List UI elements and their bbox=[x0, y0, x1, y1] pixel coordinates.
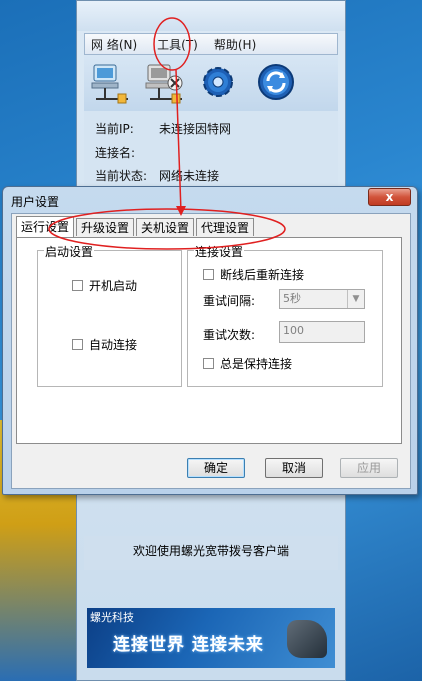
tab-run-settings[interactable]: 运行设置 bbox=[16, 216, 75, 237]
window-top-bar bbox=[77, 1, 345, 31]
hand-graphic-icon bbox=[287, 620, 327, 658]
toolbar bbox=[84, 55, 338, 111]
connection-settings-group: 连接设置 断线后重新连接 重试间隔: 5秒 ▼ 重试次数: 100 总是保持连接 bbox=[187, 243, 383, 387]
keep-connected-label: 总是保持连接 bbox=[220, 357, 293, 371]
startup-settings-group: 启动设置 开机启动 自动连接 bbox=[37, 243, 182, 387]
run-settings-pane: 启动设置 开机启动 自动连接 连接设置 断线后重新连接 重试间隔: 5秒 ▼ 重… bbox=[16, 237, 402, 444]
menu-help[interactable]: 帮助(H) bbox=[208, 36, 262, 53]
menu-network[interactable]: 网 络(N) bbox=[85, 36, 143, 53]
retry-interval-label: 重试间隔: bbox=[203, 294, 256, 308]
autoconnect-label: 自动连接 bbox=[89, 338, 138, 352]
retry-count-input[interactable]: 100 bbox=[279, 321, 365, 343]
tab-shutdown-settings[interactable]: 关机设置 bbox=[136, 218, 195, 236]
promo-banner: 螺光科技 连接世界 连接未来 bbox=[87, 608, 335, 668]
refresh-icon[interactable] bbox=[254, 59, 298, 105]
dialog-title: 用户设置 bbox=[11, 195, 60, 209]
menu-tools[interactable]: 工具(T) bbox=[151, 36, 204, 53]
tab-upgrade-settings[interactable]: 升级设置 bbox=[76, 218, 135, 236]
autoconnect-checkbox[interactable]: 自动连接 bbox=[72, 336, 137, 353]
welcome-message: 欢迎使用螺光宽带拨号客户端 bbox=[84, 536, 338, 570]
connection-info-panel: 当前IP: 未连接因特网 连接名: 当前状态: 网络未连接 bbox=[84, 111, 338, 191]
banner-brand: 螺光科技 bbox=[90, 611, 134, 624]
tab-proxy-settings[interactable]: 代理设置 bbox=[196, 218, 255, 236]
settings-gear-icon[interactable] bbox=[196, 59, 240, 105]
reconnect-checkbox[interactable]: 断线后重新连接 bbox=[203, 266, 304, 283]
connection-group-title: 连接设置 bbox=[194, 243, 245, 260]
status-label: 当前状态: bbox=[95, 169, 148, 183]
autostart-label: 开机启动 bbox=[89, 279, 138, 293]
retry-interval-select[interactable]: 5秒 ▼ bbox=[279, 289, 365, 309]
ip-value: 未连接因特网 bbox=[159, 122, 232, 136]
network-disconnect-icon[interactable] bbox=[142, 59, 186, 105]
keep-connected-checkbox[interactable]: 总是保持连接 bbox=[203, 355, 292, 372]
user-settings-dialog: 用户设置 x 运行设置 升级设置 关机设置 代理设置 启动设置 开机启动 自动连… bbox=[2, 186, 418, 495]
checkbox-icon bbox=[72, 280, 83, 291]
checkbox-icon bbox=[203, 358, 214, 369]
tab-strip: 运行设置 升级设置 关机设置 代理设置 bbox=[16, 216, 256, 238]
menu-bar: 网 络(N) 工具(T) 帮助(H) bbox=[84, 33, 338, 55]
reconnect-label: 断线后重新连接 bbox=[220, 268, 305, 282]
dialog-body: 运行设置 升级设置 关机设置 代理设置 启动设置 开机启动 自动连接 连接设置 bbox=[11, 213, 411, 489]
close-button[interactable]: x bbox=[368, 188, 411, 206]
ip-label: 当前IP: bbox=[95, 122, 134, 136]
apply-button[interactable]: 应用 bbox=[340, 458, 398, 478]
status-value: 网络未连接 bbox=[159, 169, 220, 183]
checkbox-icon bbox=[203, 269, 214, 280]
connection-name-label: 连接名: bbox=[95, 146, 136, 160]
autostart-checkbox[interactable]: 开机启动 bbox=[72, 277, 137, 294]
checkbox-icon bbox=[72, 339, 83, 350]
banner-slogan: 连接世界 连接未来 bbox=[113, 635, 264, 655]
startup-group-title: 启动设置 bbox=[44, 243, 95, 260]
retry-count-label: 重试次数: bbox=[203, 328, 256, 342]
network-connect-icon[interactable] bbox=[88, 59, 132, 105]
retry-interval-value: 5秒 bbox=[283, 292, 301, 305]
chevron-down-icon: ▼ bbox=[347, 290, 364, 308]
cancel-button[interactable]: 取消 bbox=[265, 458, 323, 478]
ok-button[interactable]: 确定 bbox=[187, 458, 245, 478]
